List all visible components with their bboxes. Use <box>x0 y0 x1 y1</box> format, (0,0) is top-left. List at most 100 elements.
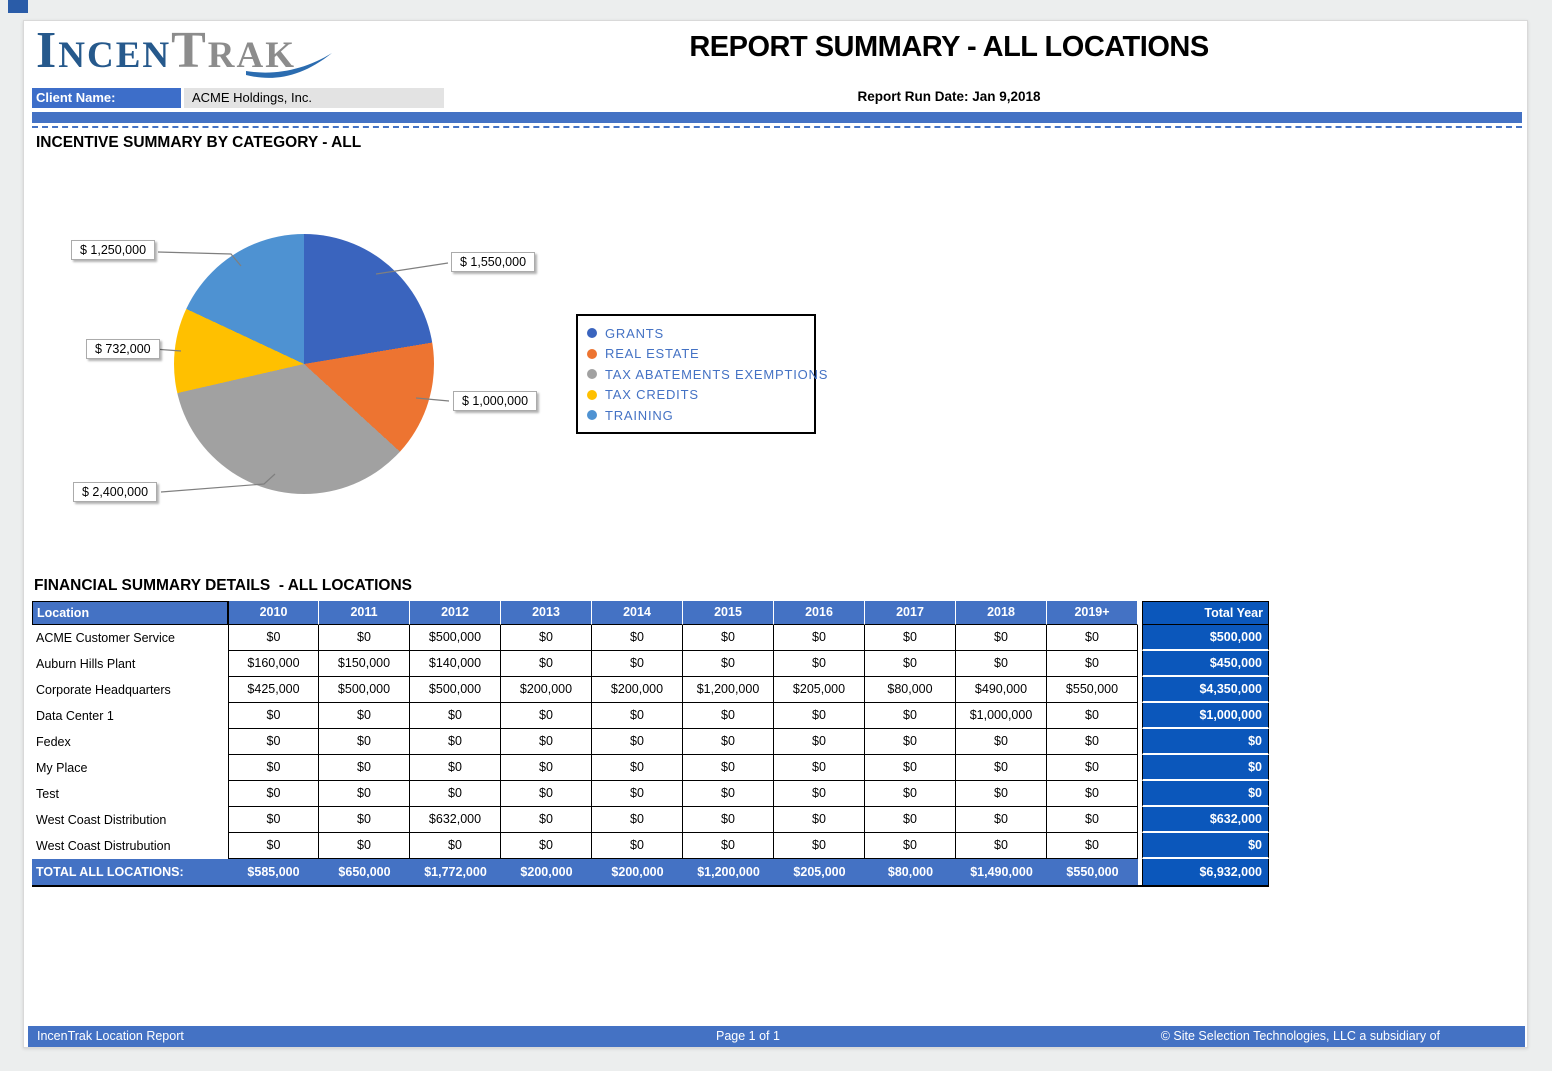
total-value-cell: $650,000 <box>319 859 410 885</box>
value-cell: $0 <box>683 755 774 781</box>
value-cell: $0 <box>956 755 1047 781</box>
value-cell: $0 <box>501 781 592 807</box>
total-value-cell: $1,200,000 <box>683 859 774 885</box>
value-cell: $0 <box>410 781 501 807</box>
total-value-cell: $1,490,000 <box>956 859 1047 885</box>
value-cell: $0 <box>228 703 319 729</box>
incentrak-logo: INCENTRAK <box>36 21 296 80</box>
legend-dot-icon <box>587 328 597 338</box>
value-cell: $205,000 <box>774 677 865 703</box>
footer-copyright: © Site Selection Technologies, LLC a sub… <box>1161 1029 1440 1043</box>
value-cell: $0 <box>683 729 774 755</box>
legend-label: REAL ESTATE <box>605 346 700 361</box>
location-cell: West Coast Distribution <box>32 807 228 833</box>
value-cell: $0 <box>683 807 774 833</box>
value-cell: $160,000 <box>228 651 319 677</box>
total-value-cell: $200,000 <box>501 859 592 885</box>
table-row: My Place$0$0$0$0$0$0$0$0$0$0$0 <box>32 755 1269 781</box>
value-cell: $0 <box>683 703 774 729</box>
column-header: 2019+ <box>1047 601 1138 625</box>
table-row: Test$0$0$0$0$0$0$0$0$0$0$0 <box>32 781 1269 807</box>
legend-item-tax-abatements: TAX ABATEMENTS EXEMPTIONS <box>587 364 805 385</box>
value-cell: $500,000 <box>410 677 501 703</box>
value-cell: $0 <box>410 833 501 859</box>
value-cell: $140,000 <box>410 651 501 677</box>
total-value-cell: $80,000 <box>865 859 956 885</box>
location-cell: Data Center 1 <box>32 703 228 729</box>
client-name-label: Client Name: <box>32 88 181 108</box>
value-cell: $0 <box>683 781 774 807</box>
value-cell: $0 <box>501 625 592 651</box>
column-header: 2015 <box>683 601 774 625</box>
column-header: 2012 <box>410 601 501 625</box>
value-cell: $1,200,000 <box>683 677 774 703</box>
value-cell: $0 <box>501 755 592 781</box>
pie-label-grants: $ 1,550,000 <box>451 252 535 272</box>
legend-item-grants: GRANTS <box>587 323 805 344</box>
legend-item-training: TRAINING <box>587 405 805 426</box>
value-cell: $0 <box>1047 755 1138 781</box>
value-cell: $0 <box>774 833 865 859</box>
value-cell: $0 <box>865 625 956 651</box>
column-header: 2018 <box>956 601 1047 625</box>
table-header-row: Location20102011201220132014201520162017… <box>32 601 1269 625</box>
financial-summary-heading: FINANCIAL SUMMARY DETAILS - ALL LOCATION… <box>34 577 412 595</box>
value-cell: $0 <box>592 729 683 755</box>
value-cell: $0 <box>319 807 410 833</box>
value-cell: $500,000 <box>319 677 410 703</box>
pie-label-tax-credits: $ 732,000 <box>86 339 160 359</box>
value-cell: $0 <box>592 625 683 651</box>
column-header: 2016 <box>774 601 865 625</box>
table-row: Auburn Hills Plant$160,000$150,000$140,0… <box>32 651 1269 677</box>
value-cell: $0 <box>319 781 410 807</box>
value-cell: $0 <box>1047 781 1138 807</box>
value-cell: $0 <box>865 651 956 677</box>
legend-label: TAX CREDITS <box>605 387 699 402</box>
value-cell: $0 <box>956 833 1047 859</box>
report-run-date: Report Run Date: Jan 9,2018 <box>584 89 1314 104</box>
location-cell: West Coast Distrubution <box>32 833 228 859</box>
value-cell: $80,000 <box>865 677 956 703</box>
row-total-cell: $500,000 <box>1142 625 1269 651</box>
value-cell: $0 <box>774 625 865 651</box>
value-cell: $0 <box>592 755 683 781</box>
value-cell: $0 <box>501 807 592 833</box>
value-cell: $150,000 <box>319 651 410 677</box>
dashed-separator <box>32 126 1522 128</box>
client-name-value: ACME Holdings, Inc. <box>184 88 444 108</box>
value-cell: $0 <box>319 833 410 859</box>
logo-letter: I <box>36 22 58 79</box>
row-total-cell: $0 <box>1142 755 1269 781</box>
value-cell: $0 <box>592 651 683 677</box>
value-cell: $0 <box>683 651 774 677</box>
location-cell: Corporate Headquarters <box>32 677 228 703</box>
value-cell: $0 <box>410 755 501 781</box>
incentive-pie-chart <box>174 234 434 494</box>
value-cell: $0 <box>319 729 410 755</box>
value-cell: $0 <box>501 651 592 677</box>
value-cell: $0 <box>501 833 592 859</box>
value-cell: $0 <box>592 703 683 729</box>
value-cell: $0 <box>865 833 956 859</box>
total-value-cell: $550,000 <box>1047 859 1138 885</box>
location-cell: Fedex <box>32 729 228 755</box>
value-cell: $0 <box>865 807 956 833</box>
row-total-cell: $0 <box>1142 729 1269 755</box>
value-cell: $490,000 <box>956 677 1047 703</box>
location-cell: Test <box>32 781 228 807</box>
value-cell: $0 <box>865 755 956 781</box>
value-cell: $0 <box>774 651 865 677</box>
column-header: 2010 <box>228 601 319 625</box>
total-value-cell: $1,772,000 <box>410 859 501 885</box>
value-cell: $0 <box>228 729 319 755</box>
value-cell: $0 <box>501 703 592 729</box>
pie-label-tax-abatements: $ 2,400,000 <box>73 482 157 502</box>
value-cell: $0 <box>865 703 956 729</box>
column-header: 2013 <box>501 601 592 625</box>
value-cell: $0 <box>956 651 1047 677</box>
column-header: Total Year <box>1142 601 1269 625</box>
value-cell: $0 <box>319 625 410 651</box>
table-row: Fedex$0$0$0$0$0$0$0$0$0$0$0 <box>32 729 1269 755</box>
row-total-cell: $0 <box>1142 833 1269 859</box>
row-total-cell: $632,000 <box>1142 807 1269 833</box>
